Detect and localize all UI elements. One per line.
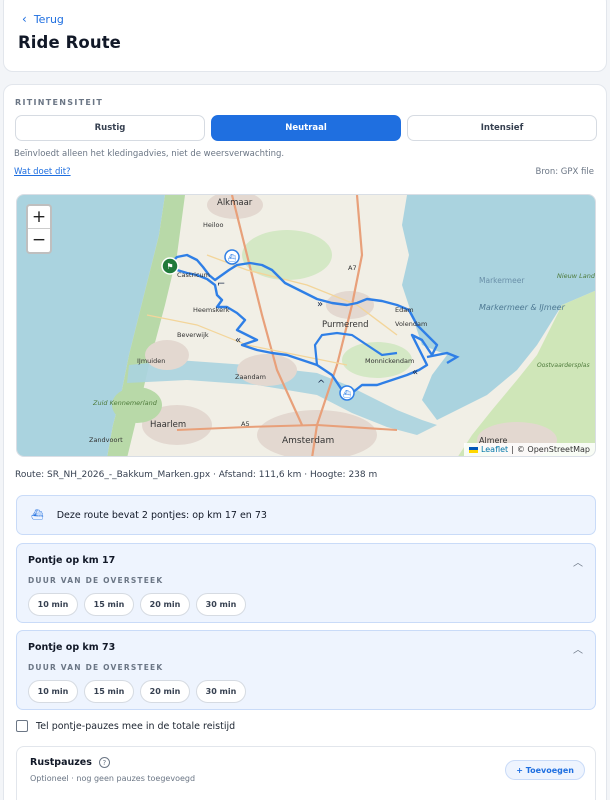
duration-option-15[interactable]: 15 min bbox=[84, 680, 134, 703]
ferry-panel-title: Pontje op km 17 bbox=[28, 555, 116, 566]
route-arrow-icon: « bbox=[235, 335, 241, 346]
back-label: Terug bbox=[33, 12, 64, 26]
map-attribution: Leaflet | © OpenStreetMap bbox=[463, 443, 595, 456]
leaflet-link[interactable]: Leaflet bbox=[481, 445, 508, 454]
main-card: RITINTENSITEIT Rustig Neutraal Intensief… bbox=[3, 84, 607, 800]
route-arrow-icon: ⌐ bbox=[217, 279, 225, 290]
ferry-duration-label: DUUR VAN DE OVERSTEEK bbox=[28, 663, 164, 672]
place-label-markermeer-ijmeer: Markermeer & IJmeer bbox=[479, 303, 566, 312]
header-card: ‹ Terug Ride Route bbox=[3, 0, 607, 72]
amsterdam-urban bbox=[257, 410, 377, 456]
place-label-zuid-kennemerland: Zuid Kennemerland bbox=[92, 399, 158, 407]
ukraine-flag-icon bbox=[468, 446, 478, 453]
duration-option-20[interactable]: 20 min bbox=[140, 593, 190, 616]
place-label-alkmaar: Alkmaar bbox=[217, 198, 253, 208]
duration-option-20[interactable]: 20 min bbox=[140, 680, 190, 703]
place-label-beverwijk: Beverwijk bbox=[177, 331, 209, 339]
intensity-section-label: RITINTENSITEIT bbox=[15, 98, 104, 107]
attribution-separator: | bbox=[511, 445, 514, 454]
intensity-option-neutraal[interactable]: Neutraal bbox=[211, 115, 401, 141]
zoom-in-button[interactable]: + bbox=[28, 206, 50, 229]
why-link[interactable]: Wat doet dit? bbox=[14, 167, 71, 177]
route-meta: Route: SR_NH_2026_-_Bakkum_Marken.gpx · … bbox=[15, 470, 378, 480]
chevron-up-icon[interactable]: ︿ bbox=[573, 554, 583, 569]
back-button[interactable]: ‹ Terug bbox=[22, 12, 64, 26]
place-label-nieuw-land: Nieuw Land bbox=[557, 272, 596, 280]
zoom-control: + − bbox=[26, 204, 52, 254]
place-label-oostvaardersplas: Oostvaardersplas bbox=[537, 362, 590, 369]
intensity-option-rustig[interactable]: Rustig bbox=[15, 115, 205, 141]
route-arrow-icon: « bbox=[412, 367, 418, 378]
ferry-notice: ⛴ Deze route bevat 2 pontjes: op km 17 e… bbox=[16, 495, 596, 535]
chevron-left-icon: ‹ bbox=[22, 12, 27, 26]
duration-option-30[interactable]: 30 min bbox=[196, 593, 246, 616]
duration-option-10[interactable]: 10 min bbox=[28, 680, 78, 703]
place-label-volendam: Volendam bbox=[395, 320, 427, 328]
intensity-option-intensief[interactable]: Intensief bbox=[407, 115, 597, 141]
duration-option-15[interactable]: 15 min bbox=[84, 593, 134, 616]
checkered-flag-icon: ⚑ bbox=[166, 262, 173, 271]
ferry-duration-label: DUUR VAN DE OVERSTEEK bbox=[28, 576, 164, 585]
place-label-heemskerk: Heemskerk bbox=[193, 306, 230, 314]
place-label-heiloo: Heiloo bbox=[203, 221, 223, 229]
ferry-notice-text: Deze route bevat 2 pontjes: op km 17 en … bbox=[56, 509, 267, 521]
include-pauses-row: Tel pontje-pauzes mee in de totale reist… bbox=[16, 720, 235, 732]
ferry-panel-km73: Pontje op km 73 ︿ DUUR VAN DE OVERSTEEK … bbox=[16, 630, 596, 710]
place-label-haarlem: Haarlem bbox=[150, 420, 186, 430]
duration-option-30[interactable]: 30 min bbox=[196, 680, 246, 703]
place-label-zaandam: Zaandam bbox=[235, 373, 266, 381]
place-label-purmerend: Purmerend bbox=[322, 320, 369, 330]
place-label-monnickendam: Monnickendam bbox=[365, 357, 414, 365]
page-title: Ride Route bbox=[18, 33, 121, 52]
chevron-up-icon[interactable]: ︿ bbox=[573, 641, 583, 656]
rest-stops-title: Rustpauzes bbox=[30, 757, 92, 768]
route-arrow-icon: » bbox=[317, 299, 323, 310]
place-label-edam: Edam bbox=[395, 306, 414, 314]
intensity-hint: Beïnvloedt alleen het kledingadvies, nie… bbox=[14, 149, 285, 159]
include-pauses-label: Tel pontje-pauzes mee in de totale reist… bbox=[36, 720, 236, 732]
boat-icon: ⛴ bbox=[343, 390, 352, 398]
place-label-a5: A5 bbox=[241, 420, 250, 428]
place-label-amsterdam: Amsterdam bbox=[282, 436, 334, 446]
zoom-out-button[interactable]: − bbox=[28, 229, 50, 252]
place-label-zandvoort: Zandvoort bbox=[89, 436, 123, 444]
osm-attribution: © OpenStreetMap bbox=[516, 445, 590, 454]
place-label-castricum: Castricum bbox=[177, 271, 210, 279]
zaandam-urban bbox=[237, 354, 297, 386]
place-label-ijmuiden: IJmuiden bbox=[137, 357, 165, 365]
ferry-panel-title: Pontje op km 73 bbox=[28, 642, 116, 653]
route-map[interactable]: » « « ^ ⌐ ⚑ ⛴ ⛴ Alkmaar Heiloo Castricum… bbox=[16, 194, 596, 457]
boat-icon: ⛴ bbox=[228, 254, 237, 262]
place-label-markermeer: Markermeer bbox=[479, 276, 525, 285]
add-rest-stop-button[interactable]: + Toevoegen bbox=[505, 760, 585, 780]
duration-option-10[interactable]: 10 min bbox=[28, 593, 78, 616]
include-pauses-checkbox[interactable] bbox=[16, 720, 28, 732]
source-label: Bron: GPX file bbox=[535, 167, 594, 177]
ferry-panel-km17: Pontje op km 17 ︿ DUUR VAN DE OVERSTEEK … bbox=[16, 543, 596, 623]
help-icon[interactable]: ? bbox=[98, 757, 110, 768]
route-arrow-icon: ^ bbox=[317, 379, 325, 390]
rest-stops-subtitle: Optioneel · nog geen pauzes toegevoegd bbox=[30, 774, 196, 783]
boat-icon: ⛴ bbox=[31, 509, 44, 521]
beverwijk-urban bbox=[145, 340, 189, 370]
rest-stops-card: Rustpauzes ? Optioneel · nog geen pauzes… bbox=[16, 746, 596, 800]
place-label-a7: A7 bbox=[348, 264, 357, 272]
map-canvas[interactable]: » « « ^ ⌐ ⚑ ⛴ ⛴ Alkmaar Heiloo Castricum… bbox=[17, 195, 596, 457]
